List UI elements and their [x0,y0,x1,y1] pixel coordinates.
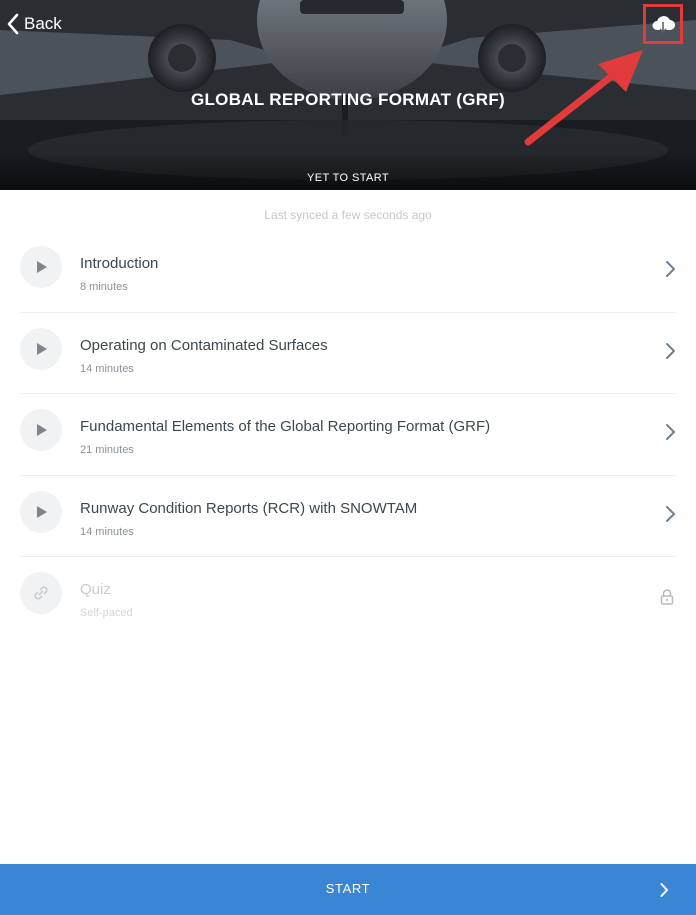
course-hero-header: Back GLOBAL REPORTING FORMAT (GRF) YET T… [0,0,696,190]
lesson-title: Quiz [80,581,111,598]
play-icon [37,505,47,518]
lesson-title: Fundamental Elements of the Global Repor… [80,418,491,435]
lesson-duration: Self-paced [80,607,133,619]
chevron-right-icon [666,342,675,359]
play-button[interactable] [20,409,62,451]
lesson-item-introduction[interactable]: Introduction 8 minutes [20,231,676,313]
quiz-icon-circle [20,572,62,614]
lesson-title: Runway Condition Reports (RCR) with SNOW… [80,499,418,517]
lesson-duration: 14 minutes [80,362,134,375]
start-label: START [325,881,371,896]
last-synced-text: Last synced a few seconds ago [264,208,432,222]
back-button[interactable]: Back [6,10,62,38]
play-button[interactable] [20,490,62,533]
chevron-right-icon [660,883,668,897]
course-title: GLOBAL REPORTING FORMAT (GRF) [190,90,506,109]
lesson-duration: 8 minutes [80,281,128,293]
lesson-item-fundamental-elements[interactable]: Fundamental Elements of the Global Repor… [20,394,676,476]
hero-fade [0,150,696,190]
chevron-right-icon [666,261,675,277]
chevron-right-icon [666,505,675,522]
link-icon [34,586,48,600]
start-button[interactable]: START [0,864,696,915]
course-status: YET TO START [306,172,390,184]
lesson-duration: 21 minutes [80,444,134,456]
chevron-right-icon [666,424,675,440]
lesson-item-contaminated-surfaces[interactable]: Operating on Contaminated Surfaces 14 mi… [20,313,676,394]
lesson-list: Introduction 8 minutes Operating on Cont… [20,231,676,639]
lesson-item-quiz: Quiz Self-paced [20,557,676,639]
chevron-left-icon [7,13,19,35]
lesson-title: Introduction [80,255,159,272]
lesson-item-runway-condition-reports[interactable]: Runway Condition Reports (RCR) with SNOW… [20,476,676,557]
cloud-download-icon [652,16,675,34]
lock-icon [660,589,674,605]
play-button[interactable] [20,327,62,370]
back-label: Back [24,14,62,33]
lesson-duration: 14 minutes [80,525,134,538]
download-button[interactable] [643,4,683,44]
lesson-title: Operating on Contaminated Surfaces [80,336,328,354]
play-icon [37,342,47,355]
play-icon [37,261,47,273]
play-button[interactable] [20,246,62,288]
play-icon [37,424,47,436]
